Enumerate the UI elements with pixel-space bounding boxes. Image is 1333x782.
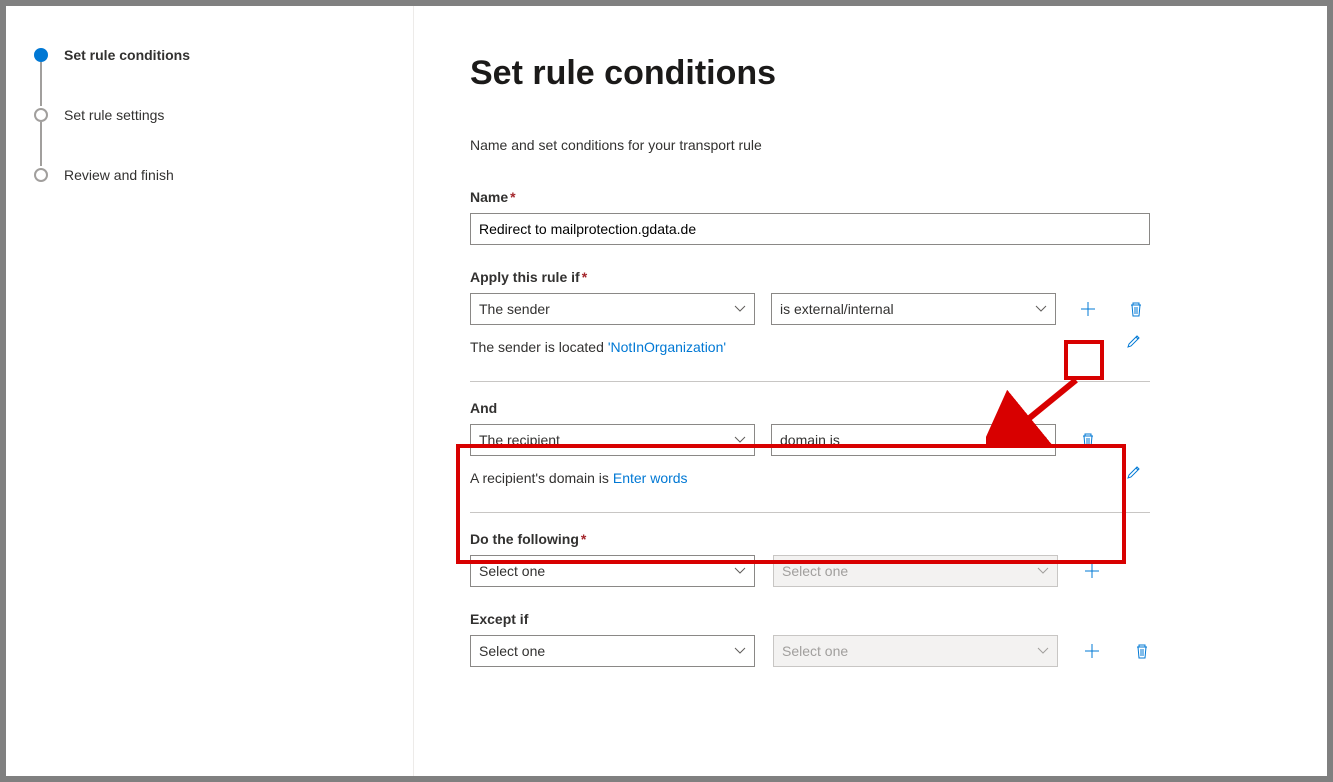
- do-label-text: Do the following: [470, 531, 579, 547]
- plus-icon: [1084, 563, 1100, 579]
- chevron-down-icon: [1035, 303, 1047, 315]
- pencil-icon: [1126, 464, 1142, 480]
- pencil-icon: [1126, 333, 1142, 349]
- chevron-down-icon: [734, 645, 746, 657]
- exception-predicate-dropdown[interactable]: Select one: [773, 635, 1058, 667]
- step-label: Set rule settings: [64, 106, 164, 124]
- page-intro: Name and set conditions for your transpo…: [470, 137, 1271, 153]
- dropdown-value: Select one: [479, 643, 545, 659]
- main-content: Set rule conditions Name and set conditi…: [414, 6, 1327, 776]
- apply-rule-label-text: Apply this rule if: [470, 269, 580, 285]
- step-dot-icon: [34, 168, 48, 182]
- and-condition-section: And The recipient domain is: [470, 400, 1271, 488]
- dropdown-value: Select one: [782, 563, 848, 579]
- step-review-and-finish[interactable]: Review and finish: [34, 166, 385, 184]
- except-label: Except if: [470, 611, 1271, 627]
- name-section: Name*: [470, 189, 1271, 245]
- apply-rule-section: Apply this rule if* The sender is extern…: [470, 269, 1271, 357]
- dropdown-value: domain is: [780, 432, 840, 448]
- condition1-subject-dropdown[interactable]: The sender: [470, 293, 755, 325]
- step-connector: [40, 122, 42, 166]
- summary-text: A recipient's domain is: [470, 470, 609, 486]
- required-asterisk: *: [581, 531, 586, 547]
- rule-name-input[interactable]: [470, 213, 1150, 245]
- trash-icon: [1080, 432, 1096, 448]
- add-condition-button[interactable]: [1072, 293, 1104, 325]
- condition2-subject-dropdown[interactable]: The recipient: [470, 424, 755, 456]
- step-set-rule-conditions[interactable]: Set rule conditions: [34, 46, 385, 106]
- condition2-value-link[interactable]: Enter words: [613, 470, 688, 486]
- delete-condition-button[interactable]: [1120, 293, 1152, 325]
- chevron-down-icon: [1035, 434, 1047, 446]
- delete-condition-button[interactable]: [1072, 424, 1104, 456]
- exception-subject-dropdown[interactable]: Select one: [470, 635, 755, 667]
- condition1-summary: The sender is located 'NotInOrganization…: [470, 339, 726, 355]
- plus-icon: [1084, 643, 1100, 659]
- delete-exception-button[interactable]: [1126, 635, 1158, 667]
- step-connector: [40, 62, 42, 106]
- trash-icon: [1128, 301, 1144, 317]
- step-label: Review and finish: [64, 166, 174, 184]
- action-subject-dropdown[interactable]: Select one: [470, 555, 755, 587]
- add-action-button[interactable]: [1076, 555, 1108, 587]
- name-label: Name*: [470, 189, 1271, 205]
- chevron-down-icon: [734, 434, 746, 446]
- do-label: Do the following*: [470, 531, 1271, 547]
- except-if-section: Except if Select one Select one: [470, 611, 1271, 667]
- step-dot-icon: [34, 48, 48, 62]
- wizard-steps-sidebar: Set rule conditions Set rule settings Re…: [6, 6, 414, 776]
- condition1-value-link[interactable]: 'NotInOrganization': [608, 339, 726, 355]
- page-title: Set rule conditions: [470, 54, 1271, 93]
- condition2-predicate-dropdown[interactable]: domain is: [771, 424, 1056, 456]
- edit-condition2-button[interactable]: [1118, 456, 1150, 488]
- step-label: Set rule conditions: [64, 46, 190, 64]
- trash-icon: [1134, 643, 1150, 659]
- dropdown-value: is external/internal: [780, 301, 894, 317]
- step-dot-icon: [34, 108, 48, 122]
- divider: [470, 381, 1150, 382]
- add-exception-button[interactable]: [1076, 635, 1108, 667]
- dropdown-value: The sender: [479, 301, 550, 317]
- step-set-rule-settings[interactable]: Set rule settings: [34, 106, 385, 166]
- dropdown-value: Select one: [782, 643, 848, 659]
- condition2-summary: A recipient's domain is Enter words: [470, 470, 688, 486]
- apply-rule-label: Apply this rule if*: [470, 269, 1271, 285]
- dropdown-value: Select one: [479, 563, 545, 579]
- required-asterisk: *: [582, 269, 587, 285]
- chevron-down-icon: [1037, 565, 1049, 577]
- summary-text: The sender is located: [470, 339, 604, 355]
- chevron-down-icon: [734, 565, 746, 577]
- dropdown-value: The recipient: [479, 432, 560, 448]
- do-the-following-section: Do the following* Select one Select one: [470, 531, 1271, 587]
- plus-icon: [1080, 301, 1096, 317]
- name-label-text: Name: [470, 189, 508, 205]
- edit-condition1-button[interactable]: [1118, 325, 1150, 357]
- required-asterisk: *: [510, 189, 515, 205]
- divider: [470, 512, 1150, 513]
- action-predicate-dropdown[interactable]: Select one: [773, 555, 1058, 587]
- condition1-predicate-dropdown[interactable]: is external/internal: [771, 293, 1056, 325]
- and-label: And: [470, 400, 1271, 416]
- chevron-down-icon: [1037, 645, 1049, 657]
- chevron-down-icon: [734, 303, 746, 315]
